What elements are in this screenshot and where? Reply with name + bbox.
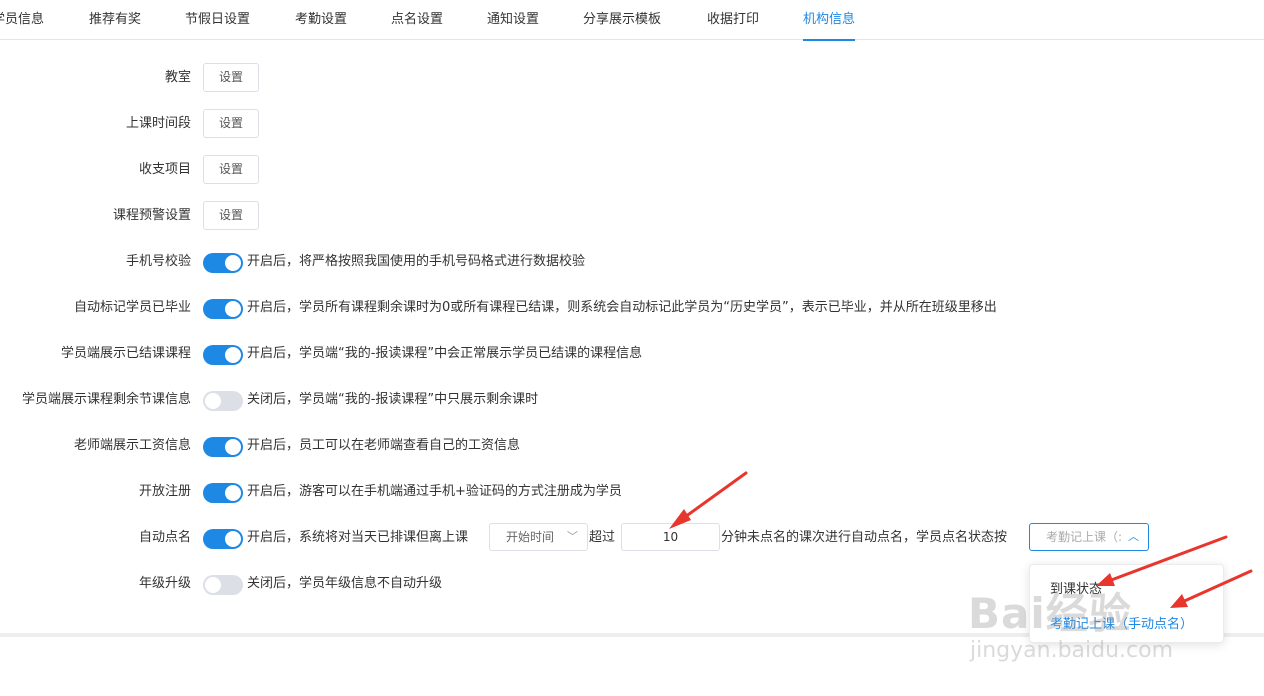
toggle-label: 老师端展示工资信息 [73,438,191,453]
setting-row-class-time: 上课时间段 设置 [0,109,1264,139]
toggle-description: 开启后，游客可以在手机端通过手机+验证码的方式注册成为学员 [247,484,622,499]
setting-row-classroom: 教室 设置 [0,63,1264,93]
tab-rollcall-settings[interactable]: 点名设置 [391,0,443,40]
dropdown-option-manual-rollcall[interactable]: 考勤记上课（手动点名） [1050,613,1193,632]
toggle-label: 学员端展示已结课课程 [60,346,191,361]
teacher-salary-switch[interactable] [203,437,243,457]
rollcall-status-dropdown: 到课状态 考勤记上课（手动点名） [1029,564,1224,643]
toggle-description: 开启后，学员所有课程剩余课时为0或所有课程已结课，则系统会自动标记此学员为“历史… [247,300,997,315]
setting-label: 教室 [164,70,191,85]
open-registration-switch[interactable] [203,483,243,503]
switch-knob [225,301,241,317]
tab-receipt-print[interactable]: 收据打印 [707,0,759,40]
auto-rollcall-text-1: 开启后，系统将对当天已排课但离上课 [247,530,469,545]
auto-rollcall-switch[interactable] [203,529,243,549]
show-finished-courses-switch[interactable] [203,345,243,365]
rollcall-status-value: 考勤记上课（: [1046,530,1123,544]
chevron-down-icon: ﹀ [567,530,578,543]
toggle-label: 手机号校验 [125,254,191,269]
time-basis-select[interactable]: 开始时间 ﹀ [489,523,588,551]
course-warning-settings-button[interactable]: 设置 [203,201,259,230]
tab-referral-reward[interactable]: 推荐有奖 [89,0,141,40]
toggle-row-auto-graduate: 自动标记学员已毕业 开启后，学员所有课程剩余课时为0或所有课程已结课，则系统会自… [0,293,1264,323]
tab-notification-settings[interactable]: 通知设置 [487,0,539,40]
toggle-description: 关闭后，学员端“我的-报读课程”中只展示剩余课时 [247,392,539,407]
toggle-label: 年级升级 [138,576,191,591]
grade-upgrade-switch[interactable] [203,575,243,595]
switch-knob [205,393,221,409]
switch-knob [225,255,241,271]
switch-knob [225,531,241,547]
toggle-description: 开启后，将严格按照我国使用的手机号码格式进行数据校验 [247,254,586,269]
setting-label: 上课时间段 [125,116,191,131]
toggle-description: 开启后，学员端“我的-报读课程”中会正常展示学员已结课的课程信息 [247,346,643,361]
dropdown-group-label: 到课状态 [1050,582,1103,597]
toggle-row-show-remaining-lessons: 学员端展示课程剩余节课信息 关闭后，学员端“我的-报读课程”中只展示剩余课时 [0,385,1264,415]
toggle-row-open-registration: 开放注册 开启后，游客可以在手机端通过手机+验证码的方式注册成为学员 [0,477,1264,507]
switch-knob [225,485,241,501]
toggle-label: 开放注册 [138,484,191,499]
class-time-settings-button[interactable]: 设置 [203,109,259,138]
switch-knob [205,577,221,593]
setting-label: 收支项目 [138,162,191,177]
time-basis-value: 开始时间 [506,530,555,544]
toggle-row-show-finished-courses: 学员端展示已结课课程 开启后，学员端“我的-报读课程”中会正常展示学员已结课的课… [0,339,1264,369]
phone-validation-switch[interactable] [203,253,243,273]
show-remaining-lessons-switch[interactable] [203,391,243,411]
chevron-up-icon: ︿ [1128,530,1139,543]
toggle-label: 自动标记学员已毕业 [73,300,191,315]
auto-rollcall-text-3: 分钟未点名的课次进行自动点名，学员点名状态按 [721,530,1008,545]
minutes-input[interactable]: 10 [621,523,720,551]
income-expense-settings-button[interactable]: 设置 [203,155,259,184]
tab-student-info[interactable]: 学员信息 [0,0,44,40]
tab-share-template[interactable]: 分享展示模板 [583,0,661,40]
auto-graduate-switch[interactable] [203,299,243,319]
toggle-description: 开启后，员工可以在老师端查看自己的工资信息 [247,438,521,453]
tab-holiday-settings[interactable]: 节假日设置 [185,0,250,40]
setting-row-course-warning: 课程预警设置 设置 [0,201,1264,231]
setting-label: 课程预警设置 [112,208,191,223]
toggle-row-phone-validation: 手机号校验 开启后，将严格按照我国使用的手机号码格式进行数据校验 [0,247,1264,277]
tab-bar: 学员信息 推荐有奖 节假日设置 考勤设置 点名设置 通知设置 分享展示模板 收据… [0,0,1264,41]
toggle-row-teacher-salary: 老师端展示工资信息 开启后，员工可以在老师端查看自己的工资信息 [0,431,1264,461]
rollcall-status-select[interactable]: 考勤记上课（: ︿ [1029,523,1149,551]
tab-institution-info[interactable]: 机构信息 [803,0,856,41]
switch-knob [225,439,241,455]
auto-rollcall-text-2: 超过 [589,530,616,545]
toggle-label: 自动点名 [138,530,191,545]
toggle-label: 学员端展示课程剩余节课信息 [21,392,191,407]
classroom-settings-button[interactable]: 设置 [203,63,259,92]
tab-attendance-settings[interactable]: 考勤设置 [295,0,347,40]
toggle-description: 关闭后，学员年级信息不自动升级 [247,576,443,591]
setting-row-income-expense: 收支项目 设置 [0,155,1264,185]
toggle-row-auto-rollcall: 自动点名 开启后，系统将对当天已排课但离上课 开始时间 ﹀ 超过 10 分钟未点… [0,523,1264,553]
switch-knob [225,347,241,363]
